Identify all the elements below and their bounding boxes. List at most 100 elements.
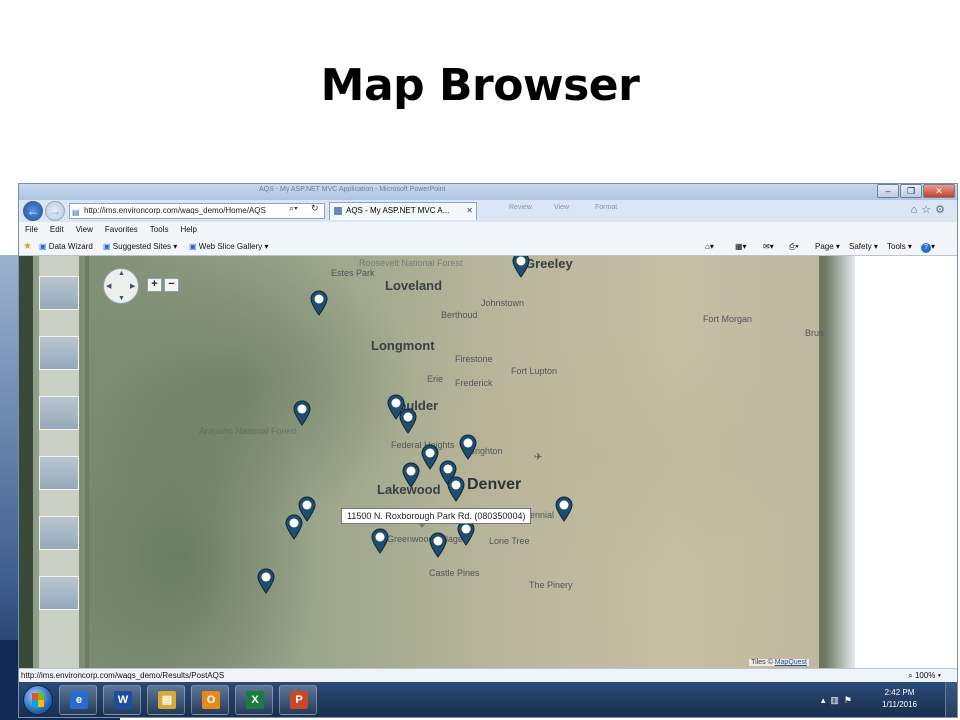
action-center-flag-icon[interactable]: ⚑ — [844, 695, 857, 705]
monitor-site-pin[interactable] — [429, 532, 447, 558]
monitor-site-pin[interactable] — [421, 444, 439, 470]
network-icon[interactable]: ▥ — [830, 695, 844, 705]
taskbar-app-word[interactable]: W — [103, 685, 141, 715]
clock-date: 1/11/2016 — [882, 700, 917, 709]
taskbar-app-excel[interactable]: X — [235, 685, 273, 715]
print-icon[interactable]: ⎙▾ — [789, 237, 799, 256]
page-right-margin — [855, 256, 957, 668]
menu-help[interactable]: Help — [180, 222, 196, 237]
site-tooltip: 11500 N. Roxborough Park Rd. (080350004) — [341, 508, 532, 528]
status-bar: http://ims.environcorp.com/waqs_demo/Res… — [19, 668, 957, 682]
internet-explorer-icon: e — [70, 691, 88, 709]
pan-up-icon[interactable]: ▲ — [118, 270, 125, 277]
taskbar-app-outlook[interactable]: O — [191, 685, 229, 715]
slide-thumbnail — [39, 396, 79, 430]
menu-view[interactable]: View — [76, 222, 93, 237]
address-bar[interactable]: ▤ http://ims.environcorp.com/waqs_demo/H… — [69, 203, 325, 219]
city-label: The Pinery — [529, 580, 573, 590]
mail-icon[interactable]: ✉▾ — [763, 237, 774, 256]
minimize-button[interactable]: – — [877, 184, 899, 198]
monitor-site-pin[interactable] — [402, 462, 420, 488]
tools-menu[interactable]: Tools ▾ — [887, 237, 912, 256]
slide-thumbnail — [39, 456, 79, 490]
excel-icon: X — [246, 691, 264, 709]
tab-label: AQS - My ASP.NET MVC A... — [346, 206, 450, 215]
monitor-site-pin[interactable] — [293, 400, 311, 426]
menu-file[interactable]: File — [25, 222, 38, 237]
tray-expand-icon[interactable]: ▴ — [821, 695, 831, 705]
file-explorer-icon: ▤ — [158, 691, 176, 709]
taskbar-clock[interactable]: 2:42 PM 1/11/2016 — [882, 687, 917, 711]
slide-thumbnail-rail — [19, 256, 85, 668]
search-icon[interactable]: ⌕▾ — [289, 203, 298, 214]
refresh-icon[interactable]: ↻ — [311, 203, 319, 214]
monitor-site-pin[interactable] — [257, 568, 275, 594]
menu-bar: File Edit View Favorites Tools Help — [19, 222, 957, 237]
monitor-site-pin[interactable] — [459, 434, 477, 460]
monitor-site-pin[interactable] — [371, 528, 389, 554]
forest-label: Arapaho National Forest — [199, 426, 297, 436]
favorites-star-icon[interactable]: ★ — [23, 237, 32, 256]
page-icon: ▤ — [72, 208, 80, 217]
monitor-site-pin[interactable] — [512, 256, 530, 278]
forward-button[interactable]: → — [45, 201, 65, 221]
restore-button[interactable]: ❐ — [900, 184, 922, 198]
monitor-site-pin[interactable] — [310, 290, 328, 316]
city-label: Fort Morgan — [703, 314, 753, 324]
monitor-site-pin[interactable] — [447, 476, 465, 502]
start-button[interactable] — [23, 685, 53, 715]
taskbar-app-file-explorer[interactable]: ▤ — [147, 685, 185, 715]
status-url: http://ims.environcorp.com/waqs_demo/Res… — [21, 671, 225, 680]
slide-thumbnail — [39, 516, 79, 550]
pan-left-icon[interactable]: ◀ — [106, 282, 111, 290]
word-icon: W — [114, 691, 132, 709]
home-icon[interactable]: ⌂ — [911, 204, 922, 216]
taskbar-app-internet-explorer[interactable]: e — [59, 685, 97, 715]
pan-down-icon[interactable]: ▼ — [118, 295, 125, 302]
monitor-site-pin[interactable] — [285, 514, 303, 540]
city-label: Greenwood Village — [387, 534, 463, 544]
close-button[interactable]: ✕ — [923, 184, 955, 198]
fav-data-wizard[interactable]: ▣ Data Wizard — [39, 237, 93, 256]
city-label: Longmont — [371, 338, 435, 353]
slide-thumbnail — [39, 276, 79, 310]
tab-page-icon — [334, 207, 342, 215]
monitor-site-pin[interactable] — [399, 408, 417, 434]
outlook-icon: O — [202, 691, 220, 709]
address-row: ← → ▤ http://ims.environcorp.com/waqs_de… — [19, 200, 957, 222]
monitor-site-pin[interactable] — [555, 496, 573, 522]
menu-edit[interactable]: Edit — [50, 222, 64, 237]
slide-title: Map Browser — [320, 60, 640, 111]
zoom-level[interactable]: ⌕ 100% ▾ — [908, 669, 941, 683]
favorites-star-icon[interactable]: ☆ — [921, 204, 935, 216]
safety-menu[interactable]: Safety ▾ — [849, 237, 878, 256]
zoom-out-button[interactable]: − — [164, 278, 179, 292]
gear-icon[interactable]: ⚙ — [935, 204, 949, 216]
pan-right-icon[interactable]: ▶ — [130, 282, 135, 290]
fav-web-slice-gallery[interactable]: ▣ Web Slice Gallery ▾ — [189, 237, 268, 256]
city-label: Erie — [427, 374, 444, 384]
fav-suggested-sites[interactable]: ▣ Suggested Sites ▾ — [103, 237, 177, 256]
browser-window: AQS - My ASP.NET MVC Application - Micro… — [18, 183, 958, 718]
show-desktop-button[interactable] — [945, 682, 957, 717]
menu-favorites[interactable]: Favorites — [105, 222, 138, 237]
taskbar-app-powerpoint[interactable]: P — [279, 685, 317, 715]
windows-logo-icon — [32, 693, 44, 707]
map-frame-edge — [825, 256, 855, 668]
map-canvas[interactable]: Greeley Estes Park Loveland Johnstown Be… — [85, 256, 825, 668]
back-button[interactable]: ← — [23, 201, 43, 221]
home-icon[interactable]: ⌂▾ — [705, 237, 714, 256]
zoom-in-button[interactable]: + — [147, 278, 162, 292]
city-label: Estes Park — [331, 268, 375, 278]
menu-tools[interactable]: Tools — [150, 222, 169, 237]
feeds-icon[interactable]: ▦▾ — [735, 237, 747, 256]
page-menu[interactable]: Page ▾ — [815, 237, 840, 256]
help-icon[interactable]: ? ▾ — [921, 237, 935, 256]
tab-aqs[interactable]: AQS - My ASP.NET MVC A... ✕ — [329, 202, 477, 220]
map-attribution: Tiles © MapQuest — [749, 659, 809, 666]
mapquest-link[interactable]: MapQuest — [775, 659, 807, 666]
city-label: Fort Lupton — [511, 366, 558, 376]
pan-control[interactable]: ▲ ▼ ◀ ▶ — [103, 268, 139, 304]
tab-close-icon[interactable]: ✕ — [466, 203, 473, 219]
city-label: Johnstown — [481, 298, 525, 308]
